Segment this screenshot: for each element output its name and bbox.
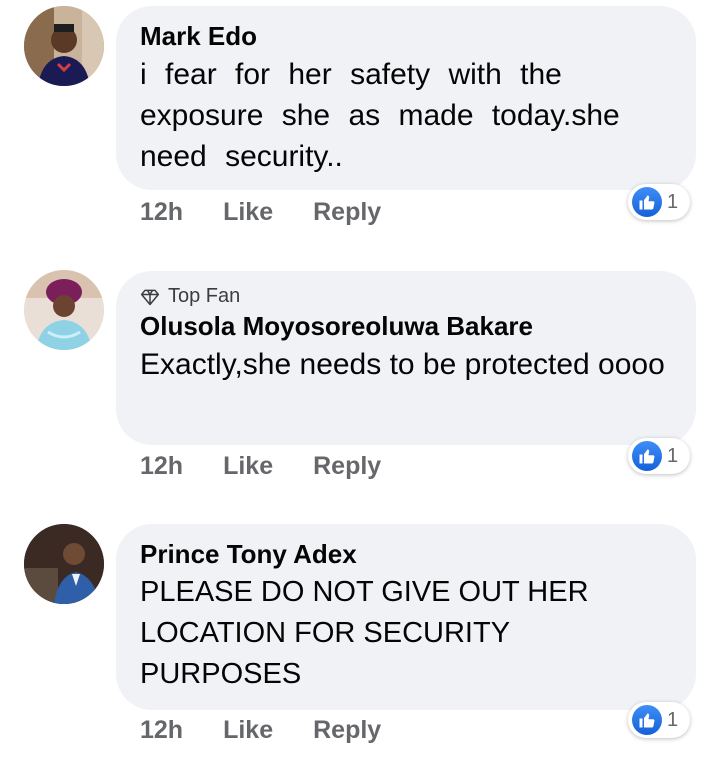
reaction-summary[interactable]: 1 bbox=[628, 438, 690, 474]
reply-button[interactable]: Reply bbox=[313, 716, 381, 745]
avatar[interactable] bbox=[24, 524, 104, 604]
like-button[interactable]: Like bbox=[223, 716, 273, 745]
reaction-count: 1 bbox=[667, 444, 679, 467]
author-name[interactable]: Olusola Moyosoreoluwa Bakare bbox=[140, 310, 672, 342]
timestamp[interactable]: 12h bbox=[140, 716, 183, 745]
author-name[interactable]: Mark Edo bbox=[140, 20, 672, 52]
comment-bubble: Prince Tony Adex PLEASE DO NOT GIVE OUT … bbox=[116, 524, 696, 710]
timestamp[interactable]: 12h bbox=[140, 198, 183, 227]
comment-text: PLEASE DO NOT GIVE OUT HER LOCATION FOR … bbox=[140, 576, 589, 690]
avatar[interactable] bbox=[24, 270, 104, 350]
comment-actions: 12h Like Reply bbox=[140, 716, 381, 745]
like-button[interactable]: Like bbox=[223, 452, 273, 481]
author-name[interactable]: Prince Tony Adex bbox=[140, 538, 672, 570]
avatar[interactable] bbox=[24, 6, 104, 86]
diamond-icon bbox=[140, 289, 160, 305]
like-button[interactable]: Like bbox=[223, 198, 273, 227]
comment-text: Exactly,she needs to be protected oooo bbox=[140, 348, 665, 381]
like-icon bbox=[632, 441, 662, 471]
like-icon bbox=[632, 705, 662, 735]
comment-actions: 12h Like Reply bbox=[140, 198, 381, 227]
reaction-count: 1 bbox=[667, 708, 679, 731]
comment-actions: 12h Like Reply bbox=[140, 452, 381, 481]
reaction-summary[interactable]: 1 bbox=[628, 702, 690, 738]
timestamp[interactable]: 12h bbox=[140, 452, 183, 481]
reaction-count: 1 bbox=[667, 190, 679, 213]
like-icon bbox=[632, 187, 662, 217]
reply-button[interactable]: Reply bbox=[313, 198, 381, 227]
reaction-summary[interactable]: 1 bbox=[628, 184, 690, 220]
reply-button[interactable]: Reply bbox=[313, 452, 381, 481]
comment-text: i fear for her safety with the exposure … bbox=[140, 58, 620, 173]
comment-bubble: Top Fan Olusola Moyosoreoluwa Bakare Exa… bbox=[116, 271, 696, 445]
badge-label: Top Fan bbox=[168, 285, 241, 307]
top-fan-badge: Top Fan bbox=[140, 285, 672, 308]
comment-bubble: Mark Edo i fear for her safety with the … bbox=[116, 6, 696, 190]
